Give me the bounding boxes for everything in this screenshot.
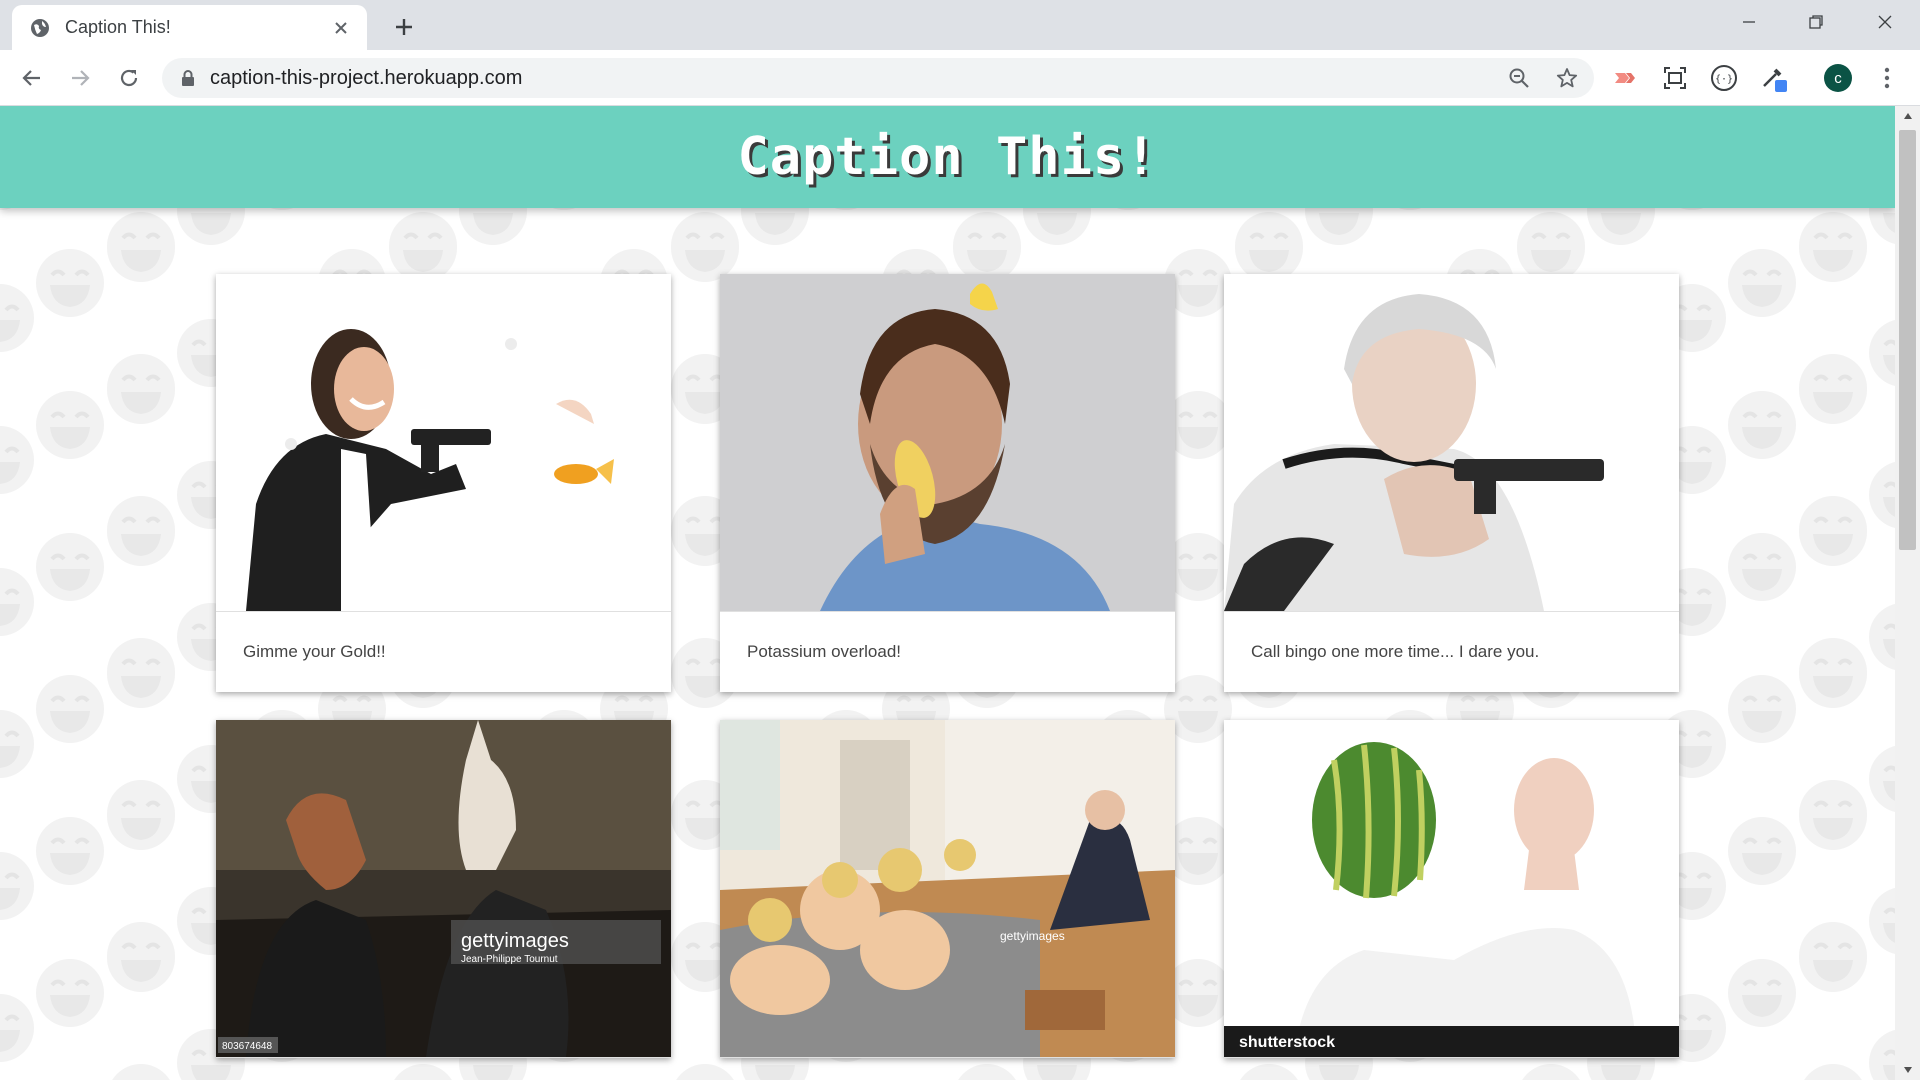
extension-code-icon[interactable]: {·} bbox=[1708, 62, 1740, 94]
site-header: Caption This! bbox=[0, 106, 1895, 208]
card-image: shutterstock bbox=[1224, 720, 1679, 1058]
back-button[interactable] bbox=[16, 62, 48, 94]
svg-text:c: c bbox=[1834, 70, 1842, 87]
card-caption: Potassium overload! bbox=[747, 642, 902, 661]
card-image bbox=[1224, 274, 1679, 612]
scroll-down-arrow-icon[interactable] bbox=[1895, 1060, 1920, 1080]
restore-button[interactable] bbox=[1791, 0, 1841, 44]
card-image bbox=[720, 274, 1175, 612]
globe-icon bbox=[30, 18, 50, 38]
extension-screenshot-icon[interactable] bbox=[1659, 62, 1691, 94]
caption-card[interactable]: Potassium overload! bbox=[720, 274, 1175, 692]
card-image: gettyimages Jean-Philippe Tournut 803674… bbox=[216, 720, 671, 1058]
extension-eyedropper-icon[interactable] bbox=[1758, 62, 1790, 94]
new-tab-button[interactable] bbox=[390, 13, 418, 41]
bookmark-star-icon[interactable] bbox=[1555, 66, 1579, 90]
tab-title: Caption This! bbox=[65, 17, 171, 37]
card-caption: Call bingo one more time... I dare you. bbox=[1251, 642, 1540, 661]
gettyimages-watermark: gettyimages bbox=[461, 930, 569, 952]
browser-menu-icon[interactable] bbox=[1871, 62, 1903, 94]
url-text: caption-this-project.herokuapp.com bbox=[210, 66, 523, 89]
caption-card[interactable]: gettyimages bbox=[720, 720, 1175, 1058]
card-image bbox=[216, 274, 671, 612]
page-viewport: Caption This! Gimme your Gold!! Potassiu… bbox=[0, 106, 1895, 1080]
address-bar[interactable]: caption-this-project.herokuapp.com bbox=[162, 58, 1594, 98]
minimize-button[interactable] bbox=[1724, 0, 1774, 44]
caption-card[interactable]: shutterstock bbox=[1224, 720, 1679, 1058]
svg-text:{·}: {·} bbox=[1715, 74, 1733, 85]
page-scrollbar[interactable] bbox=[1895, 106, 1920, 1080]
close-tab-icon[interactable] bbox=[331, 18, 351, 38]
close-window-button[interactable] bbox=[1860, 0, 1910, 44]
zoom-icon[interactable] bbox=[1507, 66, 1531, 90]
card-image: gettyimages bbox=[720, 720, 1175, 1058]
lock-icon bbox=[180, 70, 196, 86]
tab-strip: Caption This! bbox=[0, 0, 1920, 50]
image-id: 803674648 bbox=[222, 1041, 272, 1052]
scroll-thumb[interactable] bbox=[1899, 130, 1916, 550]
shutterstock-watermark: shutterstock bbox=[1239, 1034, 1335, 1051]
site-title: Caption This! bbox=[737, 127, 1158, 187]
browser-tab[interactable]: Caption This! bbox=[12, 5, 367, 50]
caption-card[interactable]: Gimme your Gold!! bbox=[216, 274, 671, 692]
caption-card[interactable]: Call bingo one more time... I dare you. bbox=[1224, 274, 1679, 692]
gettyimages-watermark: gettyimages bbox=[1000, 929, 1065, 943]
extension-screencast-icon[interactable] bbox=[1610, 62, 1642, 94]
reload-button[interactable] bbox=[113, 62, 145, 94]
caption-card[interactable]: gettyimages Jean-Philippe Tournut 803674… bbox=[216, 720, 671, 1058]
card-caption: Gimme your Gold!! bbox=[243, 642, 386, 661]
forward-button[interactable] bbox=[64, 62, 96, 94]
getty-credit: Jean-Philippe Tournut bbox=[461, 954, 558, 965]
scroll-up-arrow-icon[interactable] bbox=[1895, 106, 1920, 126]
profile-avatar[interactable]: c bbox=[1822, 62, 1854, 94]
browser-toolbar: caption-this-project.herokuapp.com {·} c bbox=[0, 50, 1920, 106]
